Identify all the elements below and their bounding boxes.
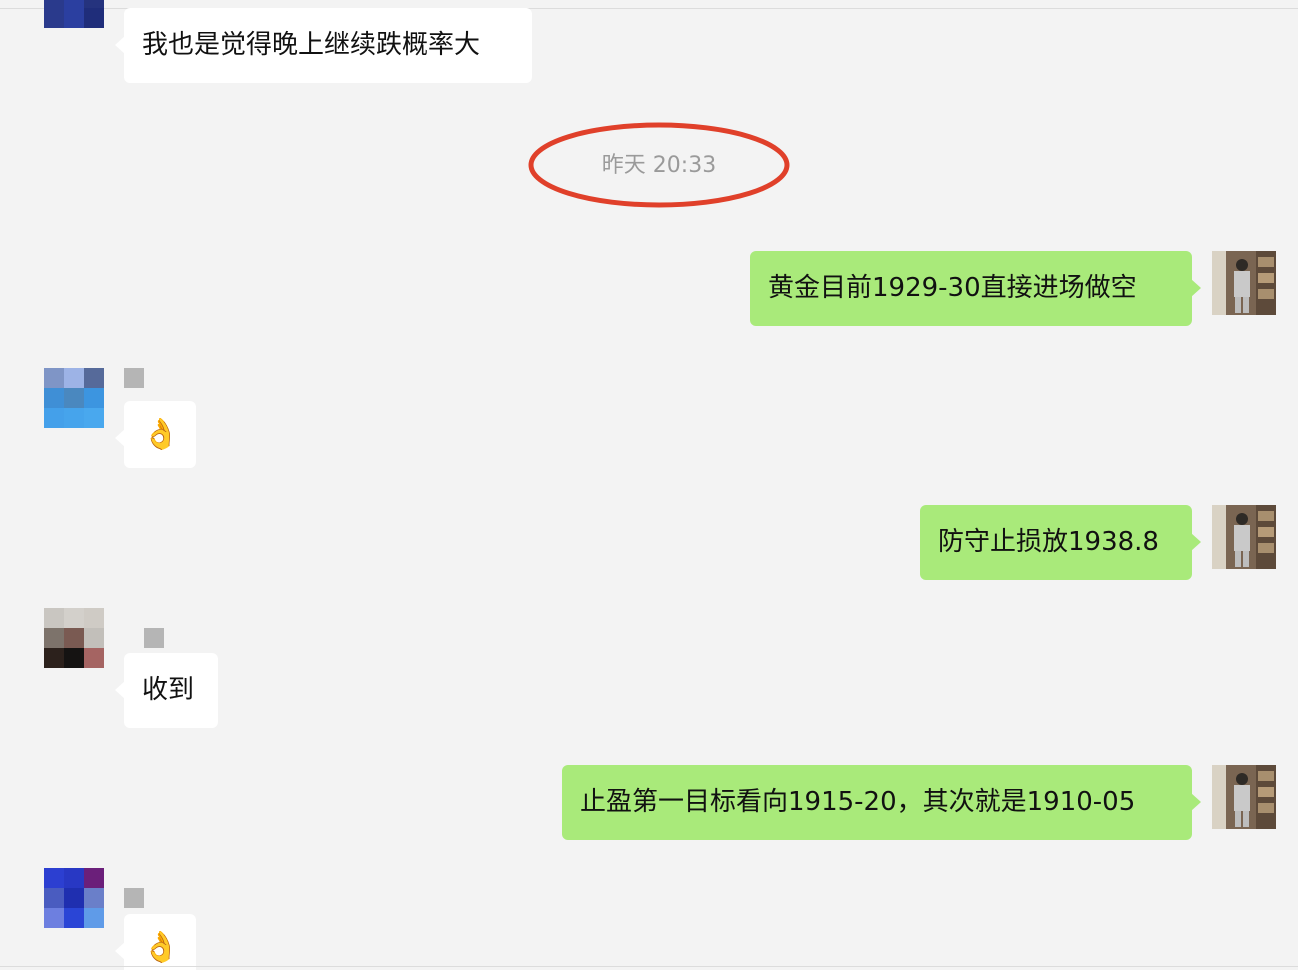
- sender-name: [144, 628, 164, 648]
- message-text: 止盈第一目标看向1915-20，其次就是1910-05: [580, 787, 1136, 817]
- message-bubble-incoming[interactable]: 👌: [115, 401, 196, 468]
- message-text: 黄金目前1929-30直接进场做空: [768, 273, 1137, 303]
- chat-window: 我也是觉得晚上继续跌概率大 昨天 20:33 黄金目前1929-30直接进场做空…: [0, 0, 1298, 970]
- highlight-ring: [528, 122, 790, 208]
- my-avatar[interactable]: [1212, 505, 1276, 569]
- person-photo-icon: [1212, 505, 1276, 569]
- message-bubble-incoming[interactable]: 我也是觉得晚上继续跌概率大: [115, 8, 532, 83]
- message-text: 防守止损放1938.8: [938, 527, 1159, 557]
- sender-name: [124, 888, 144, 908]
- my-avatar[interactable]: [1212, 765, 1276, 829]
- message-bubble-outgoing[interactable]: 黄金目前1929-30直接进场做空: [750, 251, 1201, 326]
- contact-avatar[interactable]: [44, 368, 104, 428]
- ok-hand-emoji-icon: 👌: [142, 930, 180, 965]
- sender-name: [124, 368, 144, 388]
- person-photo-icon: [1212, 251, 1276, 315]
- message-bubble-incoming[interactable]: 👌: [115, 914, 196, 970]
- message-bubble-outgoing[interactable]: 防守止损放1938.8: [920, 505, 1201, 580]
- contact-avatar[interactable]: [44, 608, 104, 668]
- contact-avatar[interactable]: [44, 0, 104, 28]
- my-avatar[interactable]: [1212, 251, 1276, 315]
- contact-avatar[interactable]: [44, 868, 104, 928]
- bottom-divider: [0, 966, 1298, 967]
- message-bubble-incoming[interactable]: 收到: [115, 653, 218, 728]
- message-text: 收到: [142, 675, 195, 705]
- person-photo-icon: [1212, 765, 1276, 829]
- ok-hand-emoji-icon: 👌: [142, 417, 180, 452]
- message-bubble-outgoing[interactable]: 止盈第一目标看向1915-20，其次就是1910-05: [562, 765, 1201, 840]
- message-text: 我也是觉得晚上继续跌概率大: [142, 30, 481, 60]
